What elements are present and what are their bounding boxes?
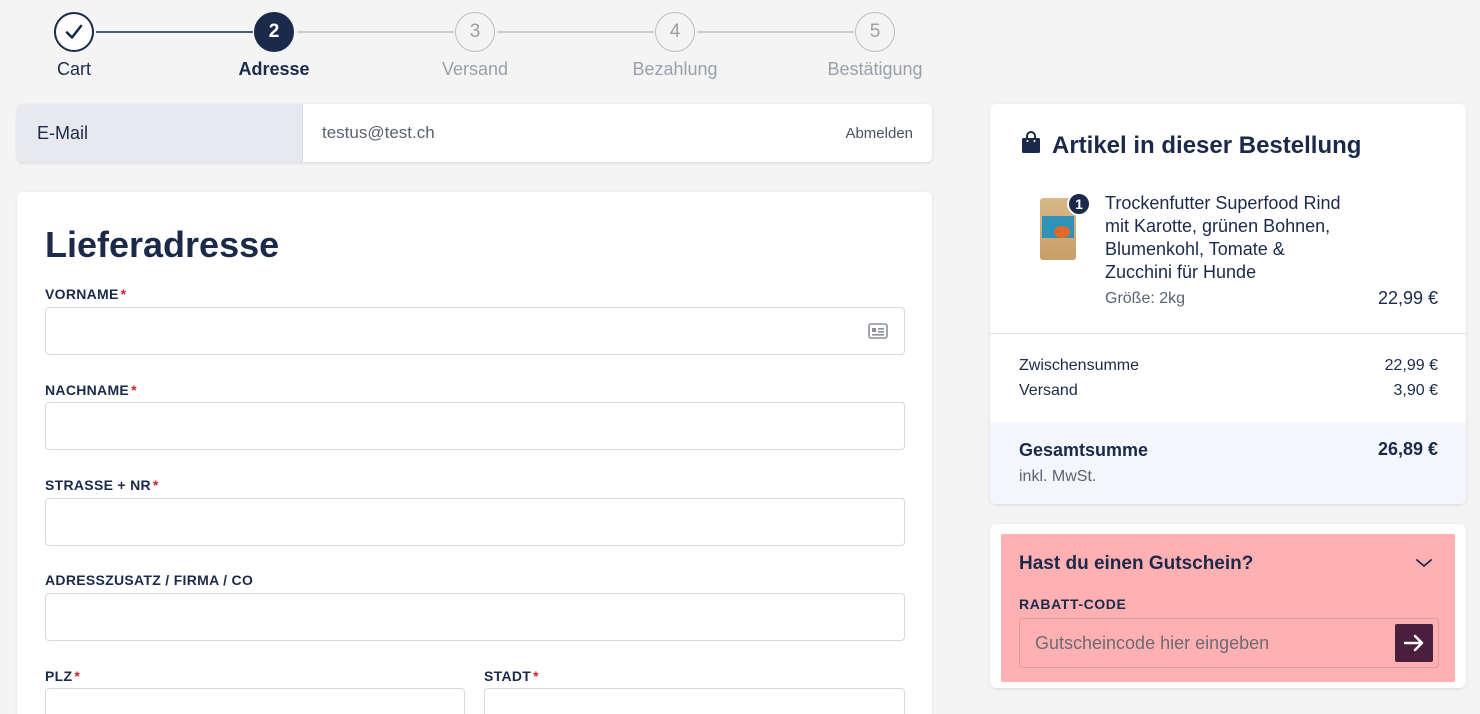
summary-title: Artikel in dieser Bestellung bbox=[1052, 132, 1362, 159]
step-label: Bezahlung bbox=[632, 59, 718, 79]
shopping-bag-icon bbox=[1020, 130, 1042, 159]
street-label: STRASSE + NR * bbox=[45, 477, 159, 493]
summary-divider bbox=[990, 333, 1466, 334]
address-form-card: Lieferadresse VORNAME * NACHNAME * STRASSE… bbox=[17, 192, 932, 714]
chevron-down-icon[interactable] bbox=[1415, 556, 1433, 574]
step-confirmation: 5 Bestätigung bbox=[805, 12, 945, 80]
shipping-value: 3,90 € bbox=[1393, 382, 1438, 399]
logout-link[interactable]: Abmelden bbox=[845, 125, 932, 142]
city-input[interactable] bbox=[484, 688, 905, 714]
email-label: E-Mail bbox=[17, 104, 303, 162]
step-label: Versand bbox=[441, 59, 509, 79]
step-label: Bestätigung bbox=[827, 59, 923, 79]
city-label: STADT * bbox=[484, 668, 539, 684]
product-name: Trockenfutter Superfood Rind mit Karotte… bbox=[1105, 193, 1341, 282]
shipping-label: Versand bbox=[1019, 382, 1078, 399]
apply-code-button[interactable] bbox=[1395, 624, 1433, 662]
contact-card-icon[interactable] bbox=[868, 323, 888, 344]
step-payment: 4 Bezahlung bbox=[605, 12, 745, 80]
order-summary: Artikel in dieser Bestellung 1 Trockenfu… bbox=[990, 104, 1466, 504]
step-number: 3 bbox=[455, 12, 495, 52]
lastname-label: NACHNAME * bbox=[45, 382, 137, 398]
checkout-stepper: Cart 2 Adresse 3 Versand 4 Bezahlung 5 B… bbox=[0, 0, 960, 96]
zip-label: PLZ * bbox=[45, 668, 81, 684]
required-marker: * bbox=[74, 668, 81, 684]
voucher-card: Hast du einen Gutschein? RABATT-CODE Gut… bbox=[990, 524, 1466, 688]
product-price: 22,99 € bbox=[1377, 288, 1438, 308]
subtotal-label: Zwischensumme bbox=[1019, 357, 1140, 374]
total-label: Gesamtsumme bbox=[1019, 440, 1149, 460]
firstname-input[interactable] bbox=[45, 307, 905, 355]
email-bar: E-Mail testus@test.ch Abmelden bbox=[17, 104, 932, 162]
step-cart[interactable]: Cart bbox=[4, 12, 144, 80]
step-number: 2 bbox=[254, 12, 294, 52]
email-value: testus@test.ch bbox=[322, 123, 435, 142]
step-label: Adresse bbox=[238, 59, 310, 79]
product-size: Größe: 2kg bbox=[1105, 290, 1186, 307]
arrow-right-icon bbox=[1403, 634, 1424, 652]
address-title: Lieferadresse bbox=[45, 224, 280, 265]
address-addition-label: ADRESSZUSATZ / FIRMA / CO bbox=[45, 572, 254, 588]
required-marker: * bbox=[131, 382, 137, 398]
street-input[interactable] bbox=[45, 498, 905, 546]
vat-note: inkl. MwSt. bbox=[1019, 468, 1097, 485]
firstname-label: VORNAME * bbox=[45, 286, 127, 302]
required-marker: * bbox=[152, 477, 159, 493]
subtotal-value: 22,99 € bbox=[1384, 357, 1438, 374]
step-address: 2 Adresse bbox=[204, 12, 344, 80]
total-section: Gesamtsumme 26,89 € inkl. MwSt. bbox=[990, 422, 1466, 504]
step-number: 4 bbox=[655, 12, 695, 52]
lastname-input[interactable] bbox=[45, 402, 905, 450]
step-number: 5 bbox=[855, 12, 895, 52]
step-shipping: 3 Versand bbox=[405, 12, 545, 80]
step-label: Cart bbox=[56, 59, 91, 79]
quantity-badge: 1 bbox=[1067, 192, 1091, 216]
check-icon bbox=[54, 12, 94, 52]
voucher-title[interactable]: Hast du einen Gutschein? bbox=[1019, 553, 1253, 575]
discount-code-input[interactable]: Gutscheincode hier eingeben bbox=[1019, 618, 1439, 668]
total-value: 26,89 € bbox=[1377, 439, 1438, 459]
discount-code-placeholder: Gutscheincode hier eingeben bbox=[1035, 632, 1270, 653]
discount-code-label: RABATT-CODE bbox=[1019, 596, 1127, 612]
zip-input[interactable] bbox=[45, 688, 465, 714]
address-addition-input[interactable] bbox=[45, 593, 905, 641]
required-marker: * bbox=[533, 668, 539, 684]
required-marker: * bbox=[120, 286, 127, 302]
voucher-section: Hast du einen Gutschein? RABATT-CODE Gut… bbox=[1001, 534, 1455, 682]
